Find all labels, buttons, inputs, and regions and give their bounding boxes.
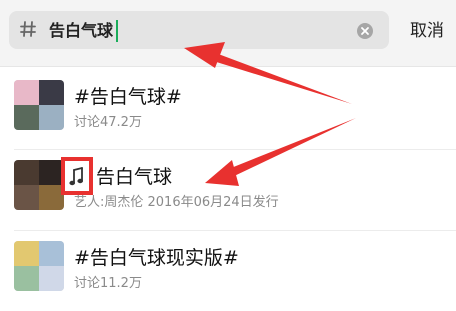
result-title: #告白气球现实版# — [74, 247, 239, 269]
close-icon — [361, 27, 369, 35]
divider — [14, 149, 456, 150]
result-item-topic[interactable]: #告白气球# 讨论47.2万 — [0, 72, 456, 150]
divider — [14, 230, 456, 231]
result-item-music[interactable]: 告白气球 艺人:周杰伦 2016年06月24日发行 — [0, 152, 456, 230]
search-input[interactable]: 告白气球 — [9, 11, 389, 49]
result-item-topic[interactable]: #告白气球现实版# 讨论11.2万 — [0, 233, 456, 311]
result-title: #告白气球# — [74, 86, 182, 108]
clear-search-button[interactable] — [357, 23, 373, 39]
music-note-icon — [69, 167, 83, 186]
music-highlight-box — [61, 157, 93, 195]
album-cover — [14, 160, 64, 210]
search-header: 告白气球 取消 — [0, 0, 456, 67]
result-title: 告白气球 — [96, 166, 173, 188]
topic-thumbnail — [14, 241, 64, 291]
text-caret — [116, 20, 118, 42]
hashtag-icon — [20, 21, 36, 37]
result-subtitle: 艺人:周杰伦 2016年06月24日发行 — [74, 195, 279, 210]
cancel-button[interactable]: 取消 — [410, 20, 444, 42]
topic-thumbnail — [14, 80, 64, 130]
search-query-text[interactable]: 告白气球 — [49, 21, 113, 41]
result-subtitle: 讨论47.2万 — [74, 115, 142, 130]
result-subtitle: 讨论11.2万 — [74, 276, 142, 291]
